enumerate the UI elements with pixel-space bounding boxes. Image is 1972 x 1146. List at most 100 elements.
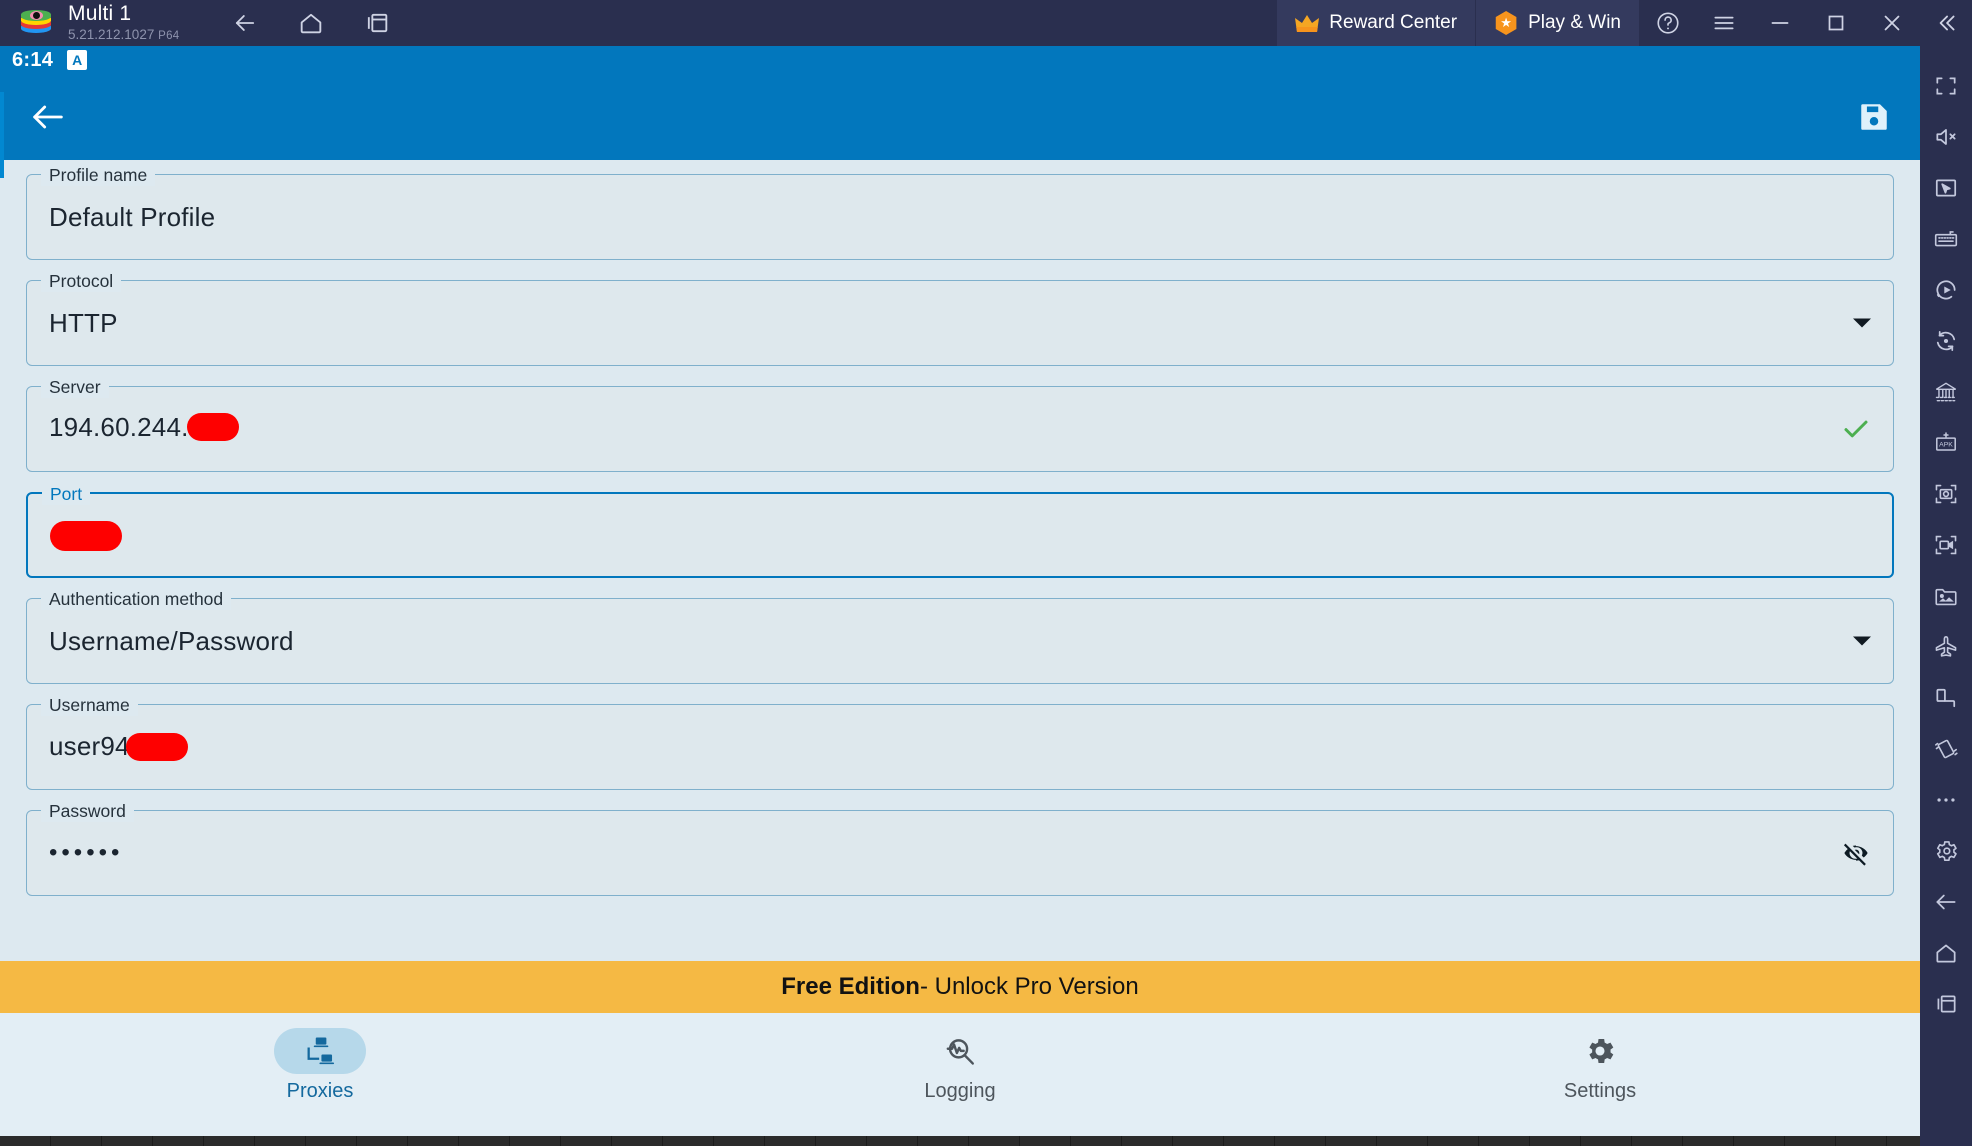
chevron-down-icon[interactable]	[1853, 636, 1871, 646]
field-value-profile-name: Default Profile	[49, 201, 216, 232]
field-value-authentication-method: Username/Password	[49, 625, 294, 656]
collapse-icon[interactable]	[1920, 0, 1972, 46]
sync-operation-icon[interactable]	[1920, 315, 1972, 366]
status-clock: 6:14	[12, 48, 54, 71]
close-icon[interactable]	[1864, 0, 1920, 46]
version-number: 5.21.212.1027	[68, 27, 155, 43]
proxy-profile-form: Profile name Default Profile Protocol HT…	[0, 160, 1920, 961]
field-port[interactable]: Port	[26, 483, 1894, 578]
field-protocol[interactable]: Protocol HTTP	[26, 270, 1894, 366]
emulator-sidebar: APK	[1920, 46, 1972, 1146]
nav-pill-logging	[914, 1028, 1006, 1074]
free-edition-banner[interactable]: Free Edition - Unlock Pro Version	[0, 961, 1920, 1013]
banner-edition-label: Free Edition	[781, 973, 920, 1000]
nav-label-logging: Logging	[924, 1080, 996, 1102]
android-status-bar: 6:14 A	[0, 46, 1920, 74]
instance-name: Multi 1	[68, 2, 132, 26]
back-icon[interactable]	[231, 9, 259, 37]
nav-label-proxies: Proxies	[286, 1080, 354, 1102]
screen-edge-accent-top	[0, 92, 4, 178]
field-label-password: Password	[41, 800, 134, 822]
titlebar-nav-group	[231, 9, 391, 37]
field-value-username: user94	[49, 731, 188, 763]
minimize-icon[interactable]	[1752, 0, 1808, 46]
banner-cta-label: - Unlock Pro Version	[919, 973, 1139, 1000]
field-label-authentication-method: Authentication method	[41, 588, 232, 610]
more-options-icon[interactable]	[1920, 774, 1972, 825]
eye-off-icon[interactable]	[1841, 838, 1871, 868]
field-value-protocol: HTTP	[49, 307, 118, 338]
rotate-screen-icon[interactable]	[1920, 672, 1972, 723]
nav-item-logging[interactable]: Logging	[640, 1013, 1280, 1118]
field-password[interactable]: Password ••••••	[26, 800, 1894, 896]
multi-instance-icon[interactable]	[1920, 366, 1972, 417]
play-win-button[interactable]: ★ Play & Win	[1476, 0, 1640, 46]
settings-gear-icon[interactable]	[1920, 825, 1972, 876]
multi-window-icon[interactable]	[363, 9, 391, 37]
field-label-username: Username	[41, 694, 138, 716]
field-profile-name[interactable]: Profile name Default Profile	[26, 164, 1894, 260]
valid-check-icon	[1841, 414, 1871, 444]
field-label-server: Server	[41, 376, 109, 398]
arch-badge: P64	[158, 30, 180, 43]
android-screen: 6:14 A Profile name Default Profile Prot…	[0, 46, 1938, 1146]
field-label-profile-name: Profile name	[41, 164, 156, 186]
app-toolbar	[0, 74, 1920, 160]
install-apk-icon[interactable]: APK	[1920, 417, 1972, 468]
crown-icon	[1295, 14, 1320, 33]
redaction-mark	[186, 412, 239, 441]
field-value-server: 194.60.244.	[49, 412, 239, 446]
emulator-titlebar: Multi 1 5.21.212.1027 P64 Reward Center …	[0, 0, 1972, 46]
help-icon[interactable]	[1640, 0, 1696, 46]
redaction-mark	[125, 733, 188, 762]
play-win-label: Play & Win	[1528, 12, 1621, 33]
gear-icon	[1583, 1034, 1617, 1068]
nav-item-settings[interactable]: Settings	[1280, 1013, 1920, 1118]
reward-center-button[interactable]: Reward Center	[1277, 0, 1477, 46]
version-info: 5.21.212.1027 P64	[68, 27, 180, 43]
network-proxies-icon	[303, 1034, 337, 1068]
titlebar-right-group: Reward Center ★ Play & Win	[1277, 0, 1972, 46]
menu-icon[interactable]	[1696, 0, 1752, 46]
nav-item-proxies[interactable]: Proxies	[0, 1013, 640, 1118]
log-monitor-icon	[943, 1034, 977, 1068]
media-manager-icon[interactable]	[1920, 570, 1972, 621]
star-badge-icon: ★	[1495, 11, 1517, 35]
save-floppy-icon[interactable]	[1854, 97, 1894, 137]
field-username[interactable]: Username user94	[26, 694, 1894, 790]
macro-play-icon[interactable]	[1920, 264, 1972, 315]
reward-center-label: Reward Center	[1329, 12, 1458, 33]
svg-text:APK: APK	[1939, 441, 1953, 448]
back-icon[interactable]	[1920, 876, 1972, 927]
bottom-navigation: Proxies Logging Settings	[0, 1013, 1920, 1118]
field-value-password: ••••••	[49, 839, 124, 866]
app-logo	[14, 0, 58, 46]
nav-pill-proxies	[274, 1028, 366, 1074]
fullscreen-icon[interactable]	[1920, 60, 1972, 111]
field-authentication-method[interactable]: Authentication method Username/Password	[26, 588, 1894, 684]
field-label-protocol: Protocol	[41, 270, 122, 292]
screenshot-icon[interactable]	[1920, 468, 1972, 519]
pointer-mapping-icon[interactable]	[1920, 162, 1972, 213]
keyboard-icon[interactable]	[1920, 213, 1972, 264]
home-icon[interactable]	[1920, 927, 1972, 978]
field-label-port: Port	[42, 483, 91, 505]
instance-title-group: Multi 1 5.21.212.1027 P64	[68, 2, 180, 43]
app-root: Multi 1 5.21.212.1027 P64 Reward Center …	[0, 0, 1972, 1146]
shake-icon[interactable]	[1920, 723, 1972, 774]
redaction-mark	[50, 521, 122, 552]
mute-icon[interactable]	[1920, 111, 1972, 162]
chevron-down-icon[interactable]	[1853, 318, 1871, 328]
field-value-port	[50, 519, 122, 552]
ime-indicator-icon: A	[67, 50, 88, 70]
windows-taskbar	[0, 1136, 1938, 1146]
nav-pill-settings	[1554, 1028, 1646, 1074]
airplane-mode-icon[interactable]	[1920, 621, 1972, 672]
home-icon[interactable]	[297, 9, 325, 37]
record-screen-icon[interactable]	[1920, 519, 1972, 570]
nav-label-settings: Settings	[1563, 1080, 1637, 1102]
maximize-icon[interactable]	[1808, 0, 1864, 46]
field-server[interactable]: Server 194.60.244.	[26, 376, 1894, 472]
recents-icon[interactable]	[1920, 978, 1972, 1029]
arrow-left-icon[interactable]	[26, 95, 70, 139]
